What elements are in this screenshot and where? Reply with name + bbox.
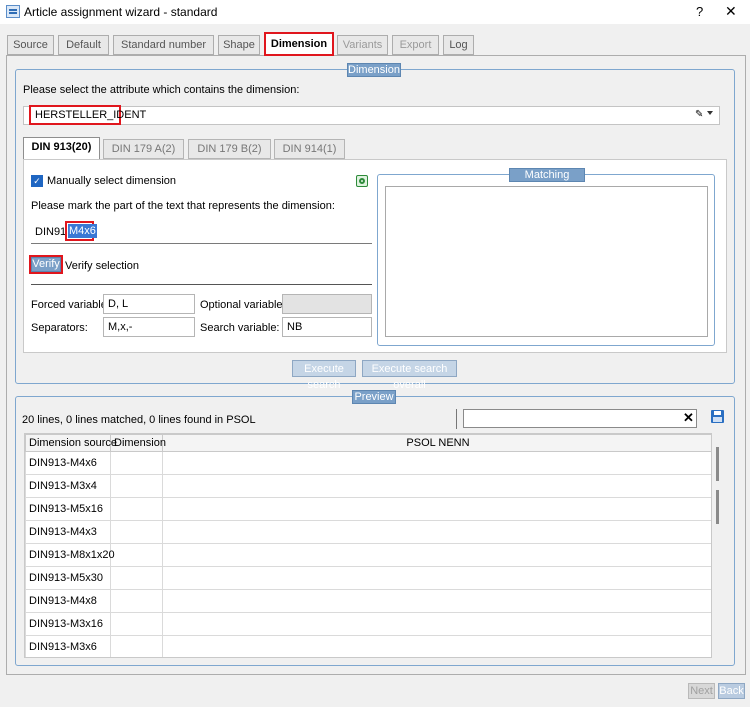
table-cell: DIN913-M8x1x20 <box>25 543 115 567</box>
forced-variables-field[interactable]: D, L <box>103 294 195 314</box>
column-header-psol-nenn[interactable]: PSOL NENN <box>162 434 711 452</box>
subtab-din-914[interactable]: DIN 914(1) <box>274 139 345 159</box>
tab-variants[interactable]: Variants <box>337 35 388 55</box>
table-cell <box>162 474 711 498</box>
matching-history-title: Matching history <box>509 168 585 193</box>
table-cell <box>162 589 711 613</box>
table-cell: DIN913-M3x6 <box>25 635 111 657</box>
table-cell <box>162 497 711 521</box>
refresh-icon[interactable] <box>356 175 368 187</box>
table-row[interactable]: DIN913-M4x3 <box>25 520 711 544</box>
dimension-text-selection: M4x6 <box>68 224 97 238</box>
verify-button[interactable]: Verify <box>31 257 61 272</box>
execute-search-overall-button[interactable]: Execute search overall <box>362 360 457 391</box>
separators-label: Separators: <box>31 322 88 334</box>
separators-field[interactable]: M,x,- <box>103 317 195 337</box>
table-row[interactable]: DIN913-M5x16 <box>25 497 711 521</box>
table-cell <box>110 497 163 521</box>
subtab-din-179b[interactable]: DIN 179 B(2) <box>188 139 271 159</box>
table-cell: DIN913-M5x16 <box>25 497 111 521</box>
back-button[interactable]: Back <box>718 683 745 699</box>
tab-export[interactable]: Export <box>392 35 439 55</box>
table-cell <box>162 543 711 567</box>
table-cell <box>110 635 163 657</box>
table-cell <box>162 635 711 657</box>
preview-table-container: Dimension source Dimension PSOL NENN DIN… <box>24 433 712 658</box>
execute-search-button[interactable]: Execute search <box>292 360 356 391</box>
table-cell <box>110 474 163 498</box>
table-cell <box>110 589 163 613</box>
tab-shape[interactable]: Shape <box>218 35 260 55</box>
table-cell: DIN913-M4x6 <box>25 451 111 475</box>
manual-dimension-label: Manually select dimension <box>47 175 177 187</box>
clear-search-icon[interactable]: ✕ <box>683 410 694 426</box>
table-cell <box>162 612 711 636</box>
table-cell <box>162 566 711 590</box>
table-cell: DIN913-M5x30 <box>25 566 111 590</box>
tab-default[interactable]: Default <box>58 35 109 55</box>
optional-variables-field[interactable] <box>282 294 372 314</box>
table-cell <box>110 543 163 567</box>
attribute-value: HERSTELLER_IDENT <box>29 105 146 125</box>
tab-source[interactable]: Source <box>7 35 54 55</box>
help-button[interactable]: ? <box>696 4 703 19</box>
tab-dimension[interactable]: Dimension <box>264 32 334 56</box>
dimension-group-title: Dimension <box>347 63 401 77</box>
save-icon[interactable] <box>711 410 724 423</box>
table-row[interactable]: DIN913-M3x4 <box>25 474 711 498</box>
matching-history-list[interactable] <box>385 186 708 337</box>
column-header-dimension[interactable]: Dimension <box>110 434 166 452</box>
dimension-prompt: Please select the attribute which contai… <box>23 84 300 96</box>
subtab-din-179a[interactable]: DIN 179 A(2) <box>103 139 184 159</box>
table-cell: DIN913-M3x16 <box>25 612 111 636</box>
chevron-down-icon[interactable] <box>707 111 713 115</box>
table-cell: DIN913-M4x8 <box>25 589 111 613</box>
tab-log[interactable]: Log <box>443 35 474 55</box>
table-cell <box>110 451 163 475</box>
search-variable-label: Search variable: <box>200 322 280 334</box>
table-row[interactable]: DIN913-M4x8 <box>25 589 711 613</box>
close-button[interactable]: ✕ <box>725 3 737 20</box>
table-row[interactable]: DIN913-M3x16 <box>25 612 711 636</box>
table-cell <box>110 566 163 590</box>
app-icon <box>6 5 20 18</box>
next-button[interactable]: Next <box>688 683 715 699</box>
search-variable-field[interactable]: NB <box>282 317 372 337</box>
table-cell <box>110 612 163 636</box>
scrollbar-thumb[interactable] <box>716 447 719 481</box>
verify-selection-label: Verify selection <box>65 260 139 272</box>
column-header-dimension-source[interactable]: Dimension source <box>25 434 117 452</box>
manual-dimension-checkbox[interactable]: ✓ <box>31 175 43 187</box>
mark-prompt: Please mark the part of the text that re… <box>31 200 335 212</box>
preview-table: Dimension source Dimension PSOL NENN DIN… <box>25 434 711 657</box>
table-row[interactable]: DIN913-M8x1x20 <box>25 543 711 567</box>
edit-pencil-icon[interactable]: ✎ <box>695 109 703 120</box>
table-cell <box>110 520 163 544</box>
divider <box>31 284 372 285</box>
scrollbar-thumb-secondary[interactable] <box>716 490 719 524</box>
subtab-din-913[interactable]: DIN 913(20) <box>23 137 100 160</box>
preview-status: 20 lines, 0 lines matched, 0 lines found… <box>22 414 256 426</box>
table-cell: DIN913-M3x4 <box>25 474 111 498</box>
table-cell <box>162 451 711 475</box>
preview-search-input[interactable] <box>463 409 697 428</box>
table-row[interactable]: DIN913-M5x30 <box>25 566 711 590</box>
table-cell <box>162 520 711 544</box>
table-cell: DIN913-M4x3 <box>25 520 111 544</box>
table-row[interactable]: DIN913-M4x6 <box>25 451 711 475</box>
table-row[interactable]: DIN913-M3x6 <box>25 635 711 657</box>
tab-standard-number[interactable]: Standard number <box>113 35 214 55</box>
optional-variables-label: Optional variables: <box>200 299 292 311</box>
preview-group-title: Preview <box>352 390 396 404</box>
window-title: Article assignment wizard - standard <box>24 5 218 19</box>
search-separator <box>456 409 457 429</box>
